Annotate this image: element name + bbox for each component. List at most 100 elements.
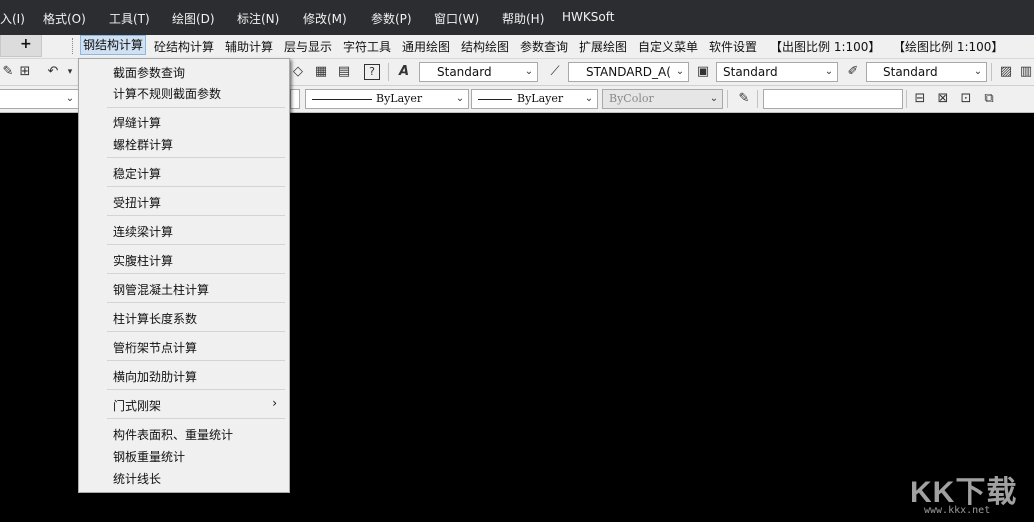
- menu-item-plate-weight[interactable]: 钢板重量统计: [113, 448, 185, 465]
- linetype-select[interactable]: ByLayer ⌄: [305, 89, 469, 109]
- menu-item-stability[interactable]: 稳定计算: [113, 165, 161, 182]
- undo-dropdown-icon[interactable]: ▾: [62, 64, 78, 80]
- menu-item-truss-joint[interactable]: 管桁架节点计算: [113, 339, 197, 356]
- text-input-field[interactable]: [763, 89, 903, 109]
- menu-modify[interactable]: 修改(M): [303, 10, 347, 27]
- menu-dimension[interactable]: 标注(N): [237, 10, 279, 27]
- block-paste-icon[interactable]: ⧉: [981, 91, 997, 107]
- menu-item-solid-column[interactable]: 实腹柱计算: [113, 252, 173, 269]
- mleader-style-select[interactable]: Standard ⌄: [866, 62, 987, 82]
- plugin-menu-steel-calc[interactable]: 钢结构计算: [80, 35, 147, 55]
- design-center-icon[interactable]: ▥: [1018, 64, 1034, 80]
- menu-item-weld-calc[interactable]: 焊缝计算: [113, 114, 161, 131]
- plugin-menu-text-tools[interactable]: 字符工具: [343, 38, 391, 55]
- mleader-style-icon[interactable]: ✐: [845, 64, 861, 80]
- menu-item-surface-weight[interactable]: 构件表面积、重量统计: [113, 426, 233, 443]
- layer-select[interactable]: ⌄: [0, 89, 79, 109]
- menu-separator: [107, 157, 285, 158]
- plugin-menu-aux-calc[interactable]: 辅助计算: [225, 38, 273, 55]
- separator: [727, 90, 728, 108]
- edit-text-icon[interactable]: ✎: [736, 91, 752, 107]
- separator: [388, 63, 389, 81]
- separator: [906, 90, 907, 108]
- menu-separator: [107, 418, 285, 419]
- chevron-right-icon: ›: [272, 396, 277, 410]
- menu-separator: [107, 244, 285, 245]
- lineweight-select[interactable]: ByLayer ⌄: [471, 89, 598, 109]
- block-delete-icon[interactable]: ⊡: [958, 91, 974, 107]
- plugin-menu-concrete-calc[interactable]: 砼结构计算: [154, 38, 214, 55]
- menu-separator: [107, 273, 285, 274]
- table-style-icon[interactable]: ▣: [695, 64, 711, 80]
- menu-format[interactable]: 格式(O): [43, 10, 86, 27]
- menu-tools[interactable]: 工具(T): [109, 10, 150, 27]
- steel-calc-dropdown: 截面参数查询 计算不规则截面参数 焊缝计算 螺栓群计算 稳定计算 受扭计算 连续…: [78, 58, 290, 493]
- menu-item-line-length[interactable]: 统计线长: [113, 470, 161, 487]
- help-icon[interactable]: ?: [364, 64, 380, 80]
- chevron-down-icon: ⌄: [584, 93, 594, 104]
- plugin-menu-output-scale[interactable]: 【出图比例 1:100】: [770, 38, 880, 55]
- lineweight-preview: [478, 99, 512, 100]
- match-prop-icon[interactable]: ✎: [0, 64, 16, 80]
- menu-separator: [107, 331, 285, 332]
- separator: [757, 90, 758, 108]
- plugin-menu-struct-draw[interactable]: 结构绘图: [461, 38, 509, 55]
- text-style-select[interactable]: Standard ⌄: [419, 62, 538, 82]
- main-menubar: 入(I) 格式(O) 工具(T) 绘图(D) 标注(N) 修改(M) 参数(P)…: [0, 0, 1034, 35]
- menu-item-irregular-section[interactable]: 计算不规则截面参数: [113, 85, 221, 102]
- menu-item-torsion[interactable]: 受扭计算: [113, 194, 161, 211]
- menu-separator: [107, 186, 285, 187]
- calculator-icon[interactable]: ▤: [336, 64, 352, 80]
- plugin-menubar: + 钢结构计算 砼结构计算 辅助计算 层与显示 字符工具 通用绘图 结构绘图 参…: [0, 35, 1034, 59]
- plugin-menu-draw-scale[interactable]: 【绘图比例 1:100】: [893, 38, 1003, 55]
- erase-icon[interactable]: ◇: [290, 64, 306, 80]
- menu-insert[interactable]: 入(I): [0, 10, 25, 27]
- menu-parametric[interactable]: 参数(P): [371, 10, 412, 27]
- menu-separator: [107, 360, 285, 361]
- watermark: KK下载 www.kkx.net: [910, 467, 1030, 519]
- dim-style-select[interactable]: STANDARD_A( ⌄: [568, 62, 689, 82]
- chevron-down-icon: ⌄: [524, 66, 534, 77]
- menu-item-bolt-group[interactable]: 螺栓群计算: [113, 136, 173, 153]
- menu-item-continuous-beam[interactable]: 连续梁计算: [113, 223, 173, 240]
- menu-help[interactable]: 帮助(H): [502, 10, 544, 27]
- dim-style-icon[interactable]: ⟋: [547, 64, 563, 80]
- chevron-down-icon: ⌄: [455, 93, 465, 104]
- watermark-url: www.kkx.net: [924, 505, 991, 516]
- layer-prop-icon[interactable]: ⊞: [17, 64, 33, 80]
- color-select-edge[interactable]: [290, 89, 300, 109]
- plugin-menu-param-query[interactable]: 参数查询: [520, 38, 568, 55]
- plot-style-select: ByColor ⌄: [602, 89, 723, 109]
- undo-icon[interactable]: ↶: [45, 64, 61, 80]
- menu-window[interactable]: 窗口(W): [434, 10, 479, 27]
- plugin-menu-settings[interactable]: 软件设置: [709, 38, 757, 55]
- properties-icon[interactable]: ▨: [998, 64, 1014, 80]
- plugin-menu-general-draw[interactable]: 通用绘图: [402, 38, 450, 55]
- linetype-preview: [312, 99, 372, 100]
- menu-item-section-query[interactable]: 截面参数查询: [113, 64, 185, 81]
- text-style-icon[interactable]: A: [396, 64, 412, 80]
- chevron-down-icon: ⌄: [973, 66, 983, 77]
- menu-draw[interactable]: 绘图(D): [172, 10, 215, 27]
- chevron-down-icon: ⌄: [824, 66, 834, 77]
- calc-icon[interactable]: ▦: [313, 64, 329, 80]
- menu-item-cfst-column[interactable]: 钢管混凝土柱计算: [113, 281, 209, 298]
- toolbar-grip[interactable]: [72, 38, 76, 54]
- plugin-menu-custom[interactable]: 自定义菜单: [638, 38, 698, 55]
- table-style-select[interactable]: Standard ⌄: [716, 62, 838, 82]
- new-tab-button[interactable]: +: [0, 35, 42, 57]
- chevron-down-icon: ⌄: [65, 93, 75, 104]
- menu-item-column-length-factor[interactable]: 柱计算长度系数: [113, 310, 197, 327]
- menu-separator: [107, 107, 285, 108]
- menu-hwksoft[interactable]: HWKSoft: [562, 10, 614, 24]
- block-insert-icon[interactable]: ⊟: [912, 91, 928, 107]
- separator: [991, 63, 992, 81]
- menu-item-stiffener[interactable]: 横向加劲肋计算: [113, 368, 197, 385]
- chevron-down-icon: ⌄: [709, 93, 719, 104]
- menu-separator: [107, 215, 285, 216]
- menu-separator: [107, 389, 285, 390]
- plugin-menu-layers[interactable]: 层与显示: [284, 38, 332, 55]
- menu-item-portal-frame[interactable]: 门式刚架: [113, 397, 161, 414]
- block-edit-icon[interactable]: ⊠: [935, 91, 951, 107]
- plugin-menu-ext-draw[interactable]: 扩展绘图: [579, 38, 627, 55]
